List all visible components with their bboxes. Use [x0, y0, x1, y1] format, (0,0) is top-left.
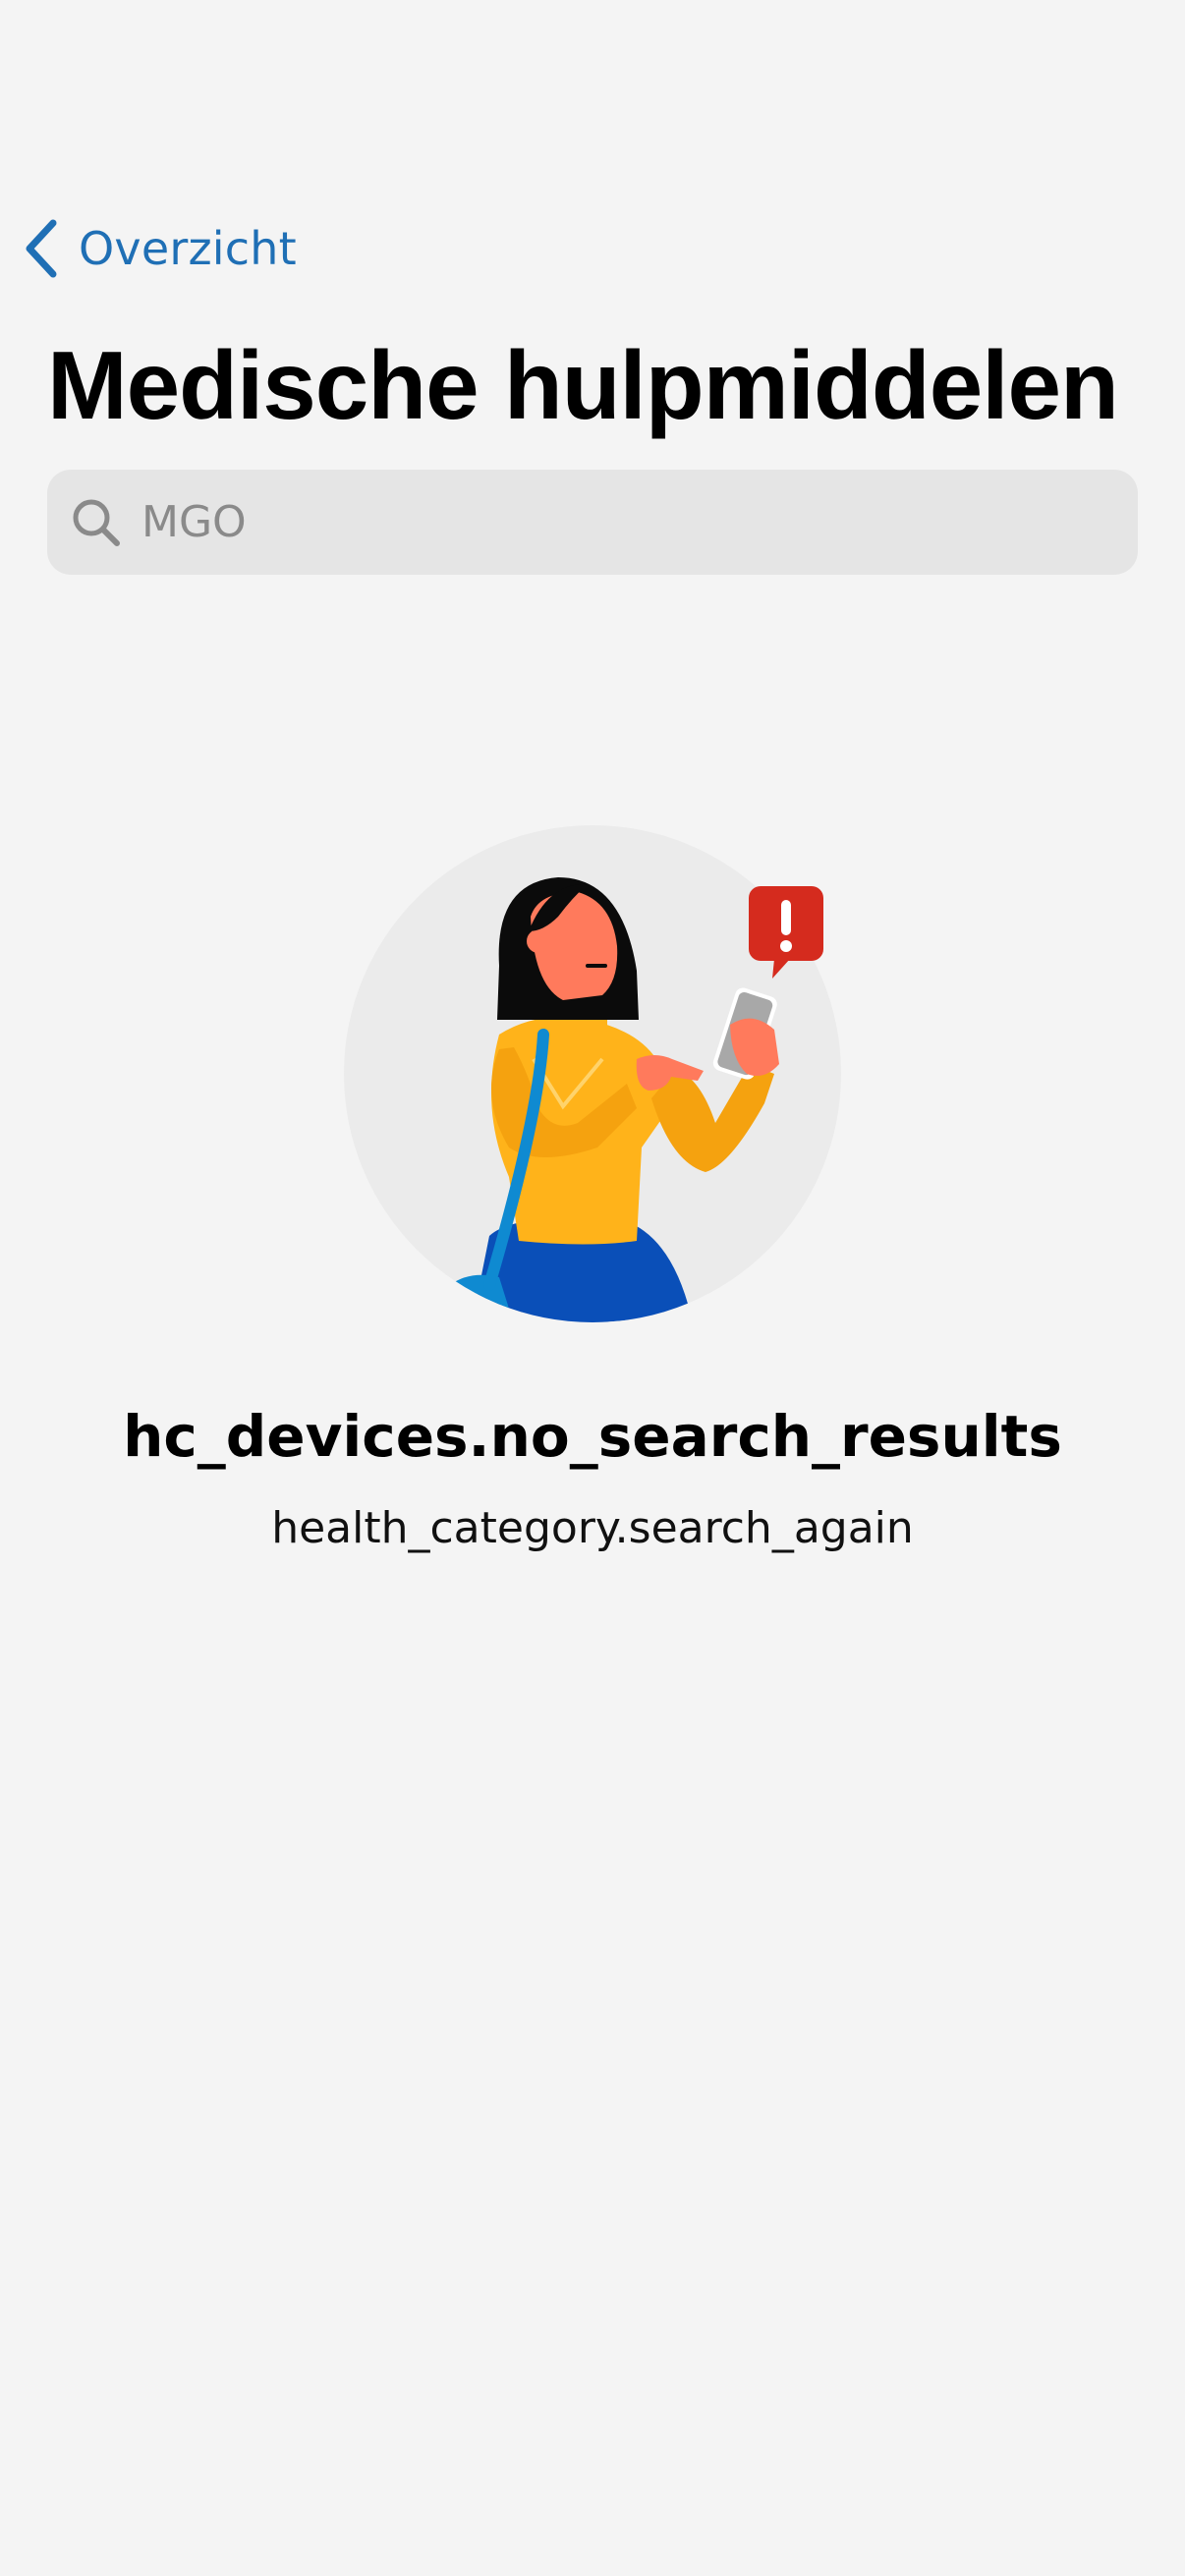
search-input[interactable]	[141, 497, 1085, 547]
woman-with-phone-alert-illustration	[342, 823, 843, 1324]
empty-state-subtitle: health_category.search_again	[271, 1503, 914, 1553]
back-button[interactable]: Overzicht	[18, 214, 297, 283]
empty-state-title: hc_devices.no_search_results	[123, 1403, 1062, 1470]
back-button-label: Overzicht	[79, 222, 297, 275]
search-bar[interactable]	[47, 470, 1138, 575]
chevron-left-icon	[18, 217, 65, 280]
search-icon	[71, 497, 122, 548]
page-title: Medische hulpmiddelen	[47, 331, 1119, 439]
